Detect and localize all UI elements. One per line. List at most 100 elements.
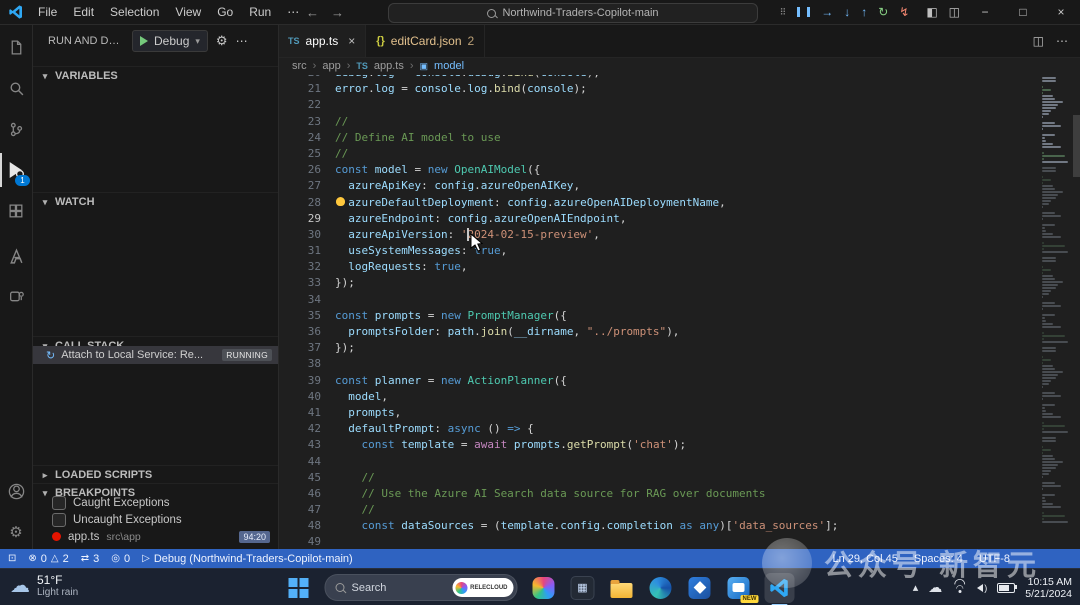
- code-line[interactable]: 24// Define AI model to use: [278, 130, 1080, 146]
- step-over-icon[interactable]: →: [821, 5, 833, 19]
- menu-selection[interactable]: Selection: [102, 0, 167, 24]
- call-stack-session[interactable]: ↻ Attach to Local Service: Re... RUNNING: [32, 346, 278, 364]
- line-number[interactable]: 35: [278, 308, 335, 324]
- split-editor-icon[interactable]: ◫: [1033, 34, 1044, 48]
- code-line[interactable]: 28 azureDefaultDeployment: config.azureO…: [278, 195, 1080, 211]
- code-line[interactable]: 32 logRequests: true,: [278, 259, 1080, 275]
- line-number[interactable]: 32: [278, 259, 335, 275]
- menu-file[interactable]: File: [30, 0, 65, 24]
- explorer-icon[interactable]: [0, 30, 32, 64]
- checkbox[interactable]: [52, 513, 66, 527]
- code-line[interactable]: 30 azureApiVersion: '2024-02-15-preview'…: [278, 227, 1080, 243]
- debug-config-dropdown[interactable]: Debug ▾: [132, 30, 208, 52]
- line-number[interactable]: 21: [278, 81, 335, 97]
- line-number[interactable]: 30: [278, 227, 335, 243]
- onedrive-icon[interactable]: ☁: [928, 579, 942, 596]
- clock[interactable]: 10:15 AM 5/21/2024: [1025, 576, 1072, 600]
- account-icon[interactable]: [0, 474, 32, 508]
- code-line[interactable]: 47 //: [278, 502, 1080, 518]
- menu-run[interactable]: Run: [241, 0, 279, 24]
- code-editor[interactable]: 20debug.log = console.debug.bind(console…: [278, 75, 1080, 549]
- step-out-icon[interactable]: ↑: [861, 5, 867, 19]
- minimap[interactable]: [1042, 77, 1072, 527]
- code-line[interactable]: 45 //: [278, 470, 1080, 486]
- start-button[interactable]: [286, 575, 312, 601]
- copilot-app-icon[interactable]: [531, 575, 557, 601]
- code-line[interactable]: 34: [278, 292, 1080, 308]
- code-line[interactable]: 48 const dataSources = (template.config.…: [278, 518, 1080, 534]
- line-number[interactable]: 45: [278, 470, 335, 486]
- back-icon[interactable]: ←: [306, 5, 319, 20]
- cursor-position[interactable]: Ln 29, Col 45: [832, 553, 897, 565]
- close-tab-icon[interactable]: ×: [348, 34, 355, 48]
- code-line[interactable]: 43 const template = await prompts.getPro…: [278, 437, 1080, 453]
- hidden-icons-chevron[interactable]: ▴: [913, 581, 919, 594]
- section-variables[interactable]: ▾ VARIABLES: [32, 66, 278, 85]
- lightbulb-icon[interactable]: [336, 197, 345, 206]
- code-line[interactable]: 22: [278, 97, 1080, 113]
- extensions-icon[interactable]: [0, 194, 32, 228]
- encoding[interactable]: UTF-8: [979, 553, 1010, 565]
- line-number[interactable]: 38: [278, 356, 335, 372]
- problems-indicator[interactable]: ⊗ 0 △ 2: [28, 553, 68, 565]
- minimize-icon[interactable]: −: [966, 0, 1004, 24]
- line-number[interactable]: 41: [278, 405, 335, 421]
- line-number[interactable]: 26: [278, 162, 335, 178]
- section-watch[interactable]: ▾ WATCH: [32, 192, 278, 211]
- file-explorer-icon[interactable]: [609, 575, 635, 601]
- ports-indicator[interactable]: ⇄ 3: [81, 553, 100, 565]
- line-number[interactable]: 27: [278, 178, 335, 194]
- line-number[interactable]: 25: [278, 146, 335, 162]
- line-number[interactable]: 49: [278, 534, 335, 549]
- panel-gear-icon[interactable]: ⚙: [216, 33, 228, 49]
- code-line[interactable]: 44: [278, 454, 1080, 470]
- line-number[interactable]: 28: [278, 195, 335, 211]
- code-line[interactable]: 42 defaultPrompt: async () => {: [278, 421, 1080, 437]
- line-number[interactable]: 42: [278, 421, 335, 437]
- breakpoint-app-ts[interactable]: app.ts src\app 94:20: [32, 528, 278, 545]
- close-icon[interactable]: ×: [1042, 0, 1080, 24]
- customize-layout-icon[interactable]: ◫: [949, 5, 960, 19]
- code-line[interactable]: 37});: [278, 340, 1080, 356]
- panel-more-icon[interactable]: ⋯: [236, 34, 248, 48]
- code-line[interactable]: 38: [278, 356, 1080, 372]
- search-view-icon[interactable]: [0, 71, 32, 105]
- breakpoint-caught-exceptions[interactable]: Caught Exceptions: [32, 494, 278, 511]
- code-line[interactable]: 23//: [278, 114, 1080, 130]
- wifi-icon[interactable]: ◠◠: [952, 582, 967, 593]
- line-number[interactable]: 39: [278, 373, 335, 389]
- section-loaded-scripts[interactable]: ▸ LOADED SCRIPTS: [32, 465, 278, 484]
- line-number[interactable]: 29: [278, 211, 335, 227]
- indentation[interactable]: Spaces: 4: [914, 553, 963, 565]
- line-number[interactable]: 43: [278, 437, 335, 453]
- step-into-icon[interactable]: ↓: [844, 5, 850, 19]
- breakpoint-dot-icon[interactable]: [52, 532, 61, 541]
- code-line[interactable]: 29 azureEndpoint: config.azureOpenAIEndp…: [278, 211, 1080, 227]
- disconnect-icon[interactable]: ↯: [899, 5, 909, 19]
- edge-browser-icon[interactable]: [648, 575, 674, 601]
- search-highlight-badge[interactable]: RELECLOUD: [452, 578, 513, 597]
- breadcrumb-src[interactable]: src: [292, 60, 307, 72]
- m365-app-icon[interactable]: [687, 575, 713, 601]
- tab-app-ts[interactable]: TS app.ts ×: [278, 24, 366, 57]
- notifications-indicator[interactable]: ◎ 0: [111, 553, 130, 565]
- weather-widget[interactable]: ☁ 51°F Light rain: [10, 573, 78, 598]
- code-line[interactable]: 35const prompts = new PromptManager({: [278, 308, 1080, 324]
- code-line[interactable]: 46 // Use the Azure AI Search data sourc…: [278, 486, 1080, 502]
- code-line[interactable]: 27 azureApiKey: config.azureOpenAIKey,: [278, 178, 1080, 194]
- menu-edit[interactable]: Edit: [65, 0, 102, 24]
- checkbox[interactable]: [52, 496, 66, 510]
- tab-editcard-json[interactable]: {} editCard.json 2: [366, 24, 485, 57]
- line-number[interactable]: 31: [278, 243, 335, 259]
- code-line[interactable]: 31 useSystemMessages: true,: [278, 243, 1080, 259]
- code-line[interactable]: 25//: [278, 146, 1080, 162]
- line-number[interactable]: 22: [278, 97, 335, 113]
- toggle-sidebar-icon[interactable]: ◧: [926, 5, 937, 19]
- code-line[interactable]: 41 prompts,: [278, 405, 1080, 421]
- breadcrumb-file[interactable]: app.ts: [374, 60, 404, 72]
- menu-go[interactable]: Go: [209, 0, 241, 24]
- editor-more-icon[interactable]: ⋯: [1056, 34, 1068, 48]
- line-number[interactable]: 48: [278, 518, 335, 534]
- run-and-debug-icon[interactable]: 1: [0, 153, 32, 187]
- forward-icon[interactable]: →: [331, 5, 344, 20]
